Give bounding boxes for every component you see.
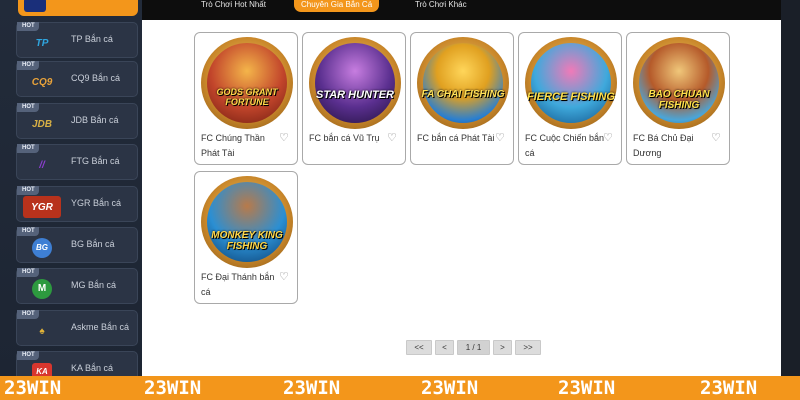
sidebar-item-label: FTG Bắn cá (71, 156, 120, 166)
game-art-title: BAO CHUAN FISHING (648, 89, 710, 111)
game-name: FC Cuộc Chiến bắn cá (525, 133, 605, 158)
sidebar-item-label: KA Bắn cá (71, 363, 114, 373)
provider-sidebar: HOT TP TP Bắn cá HOT CQ9 CQ9 Bắn cá HOT … (0, 0, 142, 376)
brand-logo: 23WIN (421, 377, 479, 399)
ftg-logo-icon: // (39, 159, 45, 171)
sidebar-item-bg[interactable]: HOT BG BG Bắn cá (16, 227, 138, 263)
tp-logo-icon: TP (35, 37, 49, 49)
favorite-heart-icon[interactable]: ♡ (603, 132, 615, 144)
favorite-heart-icon[interactable]: ♡ (495, 132, 507, 144)
game-thumbnail[interactable]: STAR HUNTER (309, 37, 401, 129)
game-card[interactable]: STAR HUNTER FC bắn cá Vũ Trụ ♡ (302, 32, 406, 165)
bg-logo-icon: BG (23, 237, 61, 259)
tab-other-games[interactable]: Trò Chơi Khác (408, 0, 474, 14)
right-edge (781, 0, 800, 376)
pagination-first-button[interactable]: << (406, 340, 432, 355)
sidebar-item-label: BG Bắn cá (71, 239, 115, 249)
hot-badge: HOT (17, 22, 39, 31)
brand-logo: 23WIN (144, 377, 202, 399)
sidebar-item-cq9[interactable]: HOT CQ9 CQ9 Bắn cá (16, 61, 138, 97)
sidebar-active-item[interactable] (18, 0, 138, 16)
provider-logo (24, 0, 46, 12)
game-thumbnail[interactable]: MONKEY KING FISHING (201, 176, 293, 268)
sidebar-item-label: JDB Bắn cá (71, 115, 119, 125)
sidebar-item-mg[interactable]: HOT M MG Bắn cá (16, 268, 138, 304)
game-name: FC Đại Thánh bắn cá (201, 272, 275, 297)
hot-badge: HOT (17, 144, 39, 153)
ygr-logo-icon: YGR (23, 196, 61, 218)
tab-hot-games[interactable]: Trò Chơi Hot Nhất (194, 0, 273, 14)
sidebar-item-ftg[interactable]: HOT // FTG Bắn cá (16, 144, 138, 180)
brand-logo: 23WIN (4, 377, 62, 399)
sidebar-item-label: TP Bắn cá (71, 34, 113, 44)
game-name: FC Bá Chủ Đại Dương (633, 133, 694, 158)
hot-badge: HOT (17, 103, 39, 112)
hot-badge: HOT (17, 61, 39, 70)
sidebar-item-label: CQ9 Bắn cá (71, 73, 121, 83)
game-art-title: STAR HUNTER (315, 89, 394, 101)
hot-badge: HOT (17, 351, 39, 360)
game-art-bg (207, 43, 287, 123)
game-thumbnail[interactable]: FA CHAI FISHING (417, 37, 509, 129)
game-art-bg (423, 43, 503, 123)
favorite-heart-icon[interactable]: ♡ (387, 132, 399, 144)
hot-badge: HOT (17, 310, 39, 319)
jdb-logo-icon: JDB (31, 118, 52, 130)
ka-logo-text: KA (32, 363, 52, 376)
mg-logo-text: M (32, 279, 52, 299)
sidebar-item-ygr[interactable]: HOT YGR YGR Bắn cá (16, 186, 138, 222)
game-art-title: MONKEY KING FISHING (211, 230, 283, 252)
sidebar-item-jdb[interactable]: HOT JDB JDB Bắn cá (16, 103, 138, 139)
game-name: FC Chúng Thần Phát Tài (201, 133, 265, 158)
cq9-logo-icon: CQ9 (31, 76, 53, 88)
pagination-last-button[interactable]: >> (515, 340, 541, 355)
game-art-title: GODS GRANT FORTUNE (216, 87, 278, 107)
sidebar-item-label: YGR Bắn cá (71, 198, 122, 208)
tab-fishing-expert[interactable]: Chuyên Gia Bắn Cá (294, 0, 380, 12)
game-thumbnail[interactable]: FIERCE FISHING (525, 37, 617, 129)
favorite-heart-icon[interactable]: ♡ (279, 132, 291, 144)
brand-logo: 23WIN (283, 377, 341, 399)
game-art-bg (531, 43, 611, 123)
sidebar-item-tp[interactable]: HOT TP TP Bắn cá (16, 22, 138, 58)
pagination-next-button[interactable]: > (493, 340, 512, 355)
game-card[interactable]: BAO CHUAN FISHING FC Bá Chủ Đại Dương ♡ (626, 32, 730, 165)
game-art-title: FIERCE FISHING (526, 91, 615, 103)
askme-logo-icon: ♠ (39, 325, 45, 337)
bg-logo-text: BG (32, 238, 52, 258)
favorite-heart-icon[interactable]: ♡ (279, 271, 291, 283)
sidebar-item-label: Askme Bắn cá (71, 322, 130, 332)
favorite-heart-icon[interactable]: ♡ (711, 132, 723, 144)
game-card[interactable]: FIERCE FISHING FC Cuộc Chiến bắn cá ♡ (518, 32, 622, 165)
hot-badge: HOT (17, 227, 39, 236)
game-art-bg (315, 43, 395, 123)
brand-logo: 23WIN (558, 377, 616, 399)
brand-watermark-band: 23WIN 23WIN 23WIN 23WIN 23WIN 23WIN (0, 376, 800, 400)
game-name: FC bắn cá Vũ Trụ (309, 133, 380, 143)
sidebar-item-label: MG Bắn cá (71, 280, 117, 290)
game-thumbnail[interactable]: BAO CHUAN FISHING (633, 37, 725, 129)
game-card[interactable]: FA CHAI FISHING FC bắn cá Phát Tài ♡ (410, 32, 514, 165)
game-name: FC bắn cá Phát Tài (417, 133, 495, 143)
game-art-title: FA CHAI FISHING (421, 89, 505, 100)
game-card[interactable]: GODS GRANT FORTUNE FC Chúng Thần Phát Tà… (194, 32, 298, 165)
game-card[interactable]: MONKEY KING FISHING FC Đại Thánh bắn cá … (194, 171, 298, 304)
mg-logo-icon: M (23, 278, 61, 300)
pagination-page-indicator: 1 / 1 (457, 340, 490, 355)
hot-badge: HOT (17, 268, 39, 277)
brand-logo: 23WIN (700, 377, 758, 399)
sidebar-item-askme[interactable]: HOT ♠ Askme Bắn cá (16, 310, 138, 346)
game-art-bg (639, 43, 719, 123)
game-grid-panel: GODS GRANT FORTUNE FC Chúng Thần Phát Tà… (142, 20, 781, 376)
sidebar-item-ka[interactable]: HOT KA KA Bắn cá (16, 351, 138, 376)
ka-logo-icon: KA (23, 361, 61, 376)
game-thumbnail[interactable]: GODS GRANT FORTUNE (201, 37, 293, 129)
hot-badge: HOT (17, 186, 39, 195)
pagination-prev-button[interactable]: < (435, 340, 454, 355)
category-tabs: Trò Chơi Hot Nhất Chuyên Gia Bắn Cá Trò … (142, 0, 781, 20)
